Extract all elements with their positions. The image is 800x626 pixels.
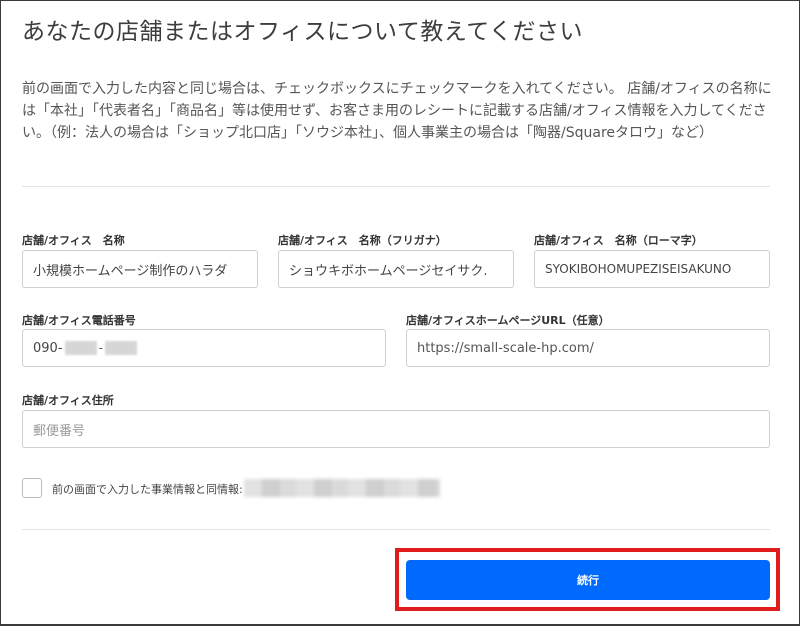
store-name-kana-value: ショウキボホームページセイサク. <box>289 263 488 279</box>
phone-redacted-2 <box>105 341 138 355</box>
phone-value-prefix: 090- <box>33 340 63 356</box>
homepage-value: https://small-scale-hp.com/ <box>417 340 594 356</box>
store-name-roman-input[interactable]: SYOKIBOHOMUPEZISEISAKUNO <box>534 250 770 288</box>
address-label: 店舗/オフィス住所 <box>22 394 114 407</box>
page-title: あなたの店舗またはオフィスについて教えてください <box>22 19 584 45</box>
store-name-value: 小規模ホームページ制作のハラダ <box>33 263 228 279</box>
phone-label: 店舗/オフィス電話番号 <box>22 314 136 327</box>
homepage-input[interactable]: https://small-scale-hp.com/ <box>406 329 770 367</box>
store-name-label: 店舗/オフィス 名称 <box>22 234 125 247</box>
page-description: 前の画面で入力した内容と同じ場合は、チェックボックスにチェックマークを入れてくだ… <box>22 81 772 141</box>
postal-code-placeholder: 郵便番号 <box>33 423 86 439</box>
store-name-kana-input[interactable]: ショウキボホームページセイサク. <box>278 250 514 288</box>
same-info-checkbox[interactable] <box>22 478 42 498</box>
divider-top <box>22 186 770 187</box>
store-name-kana-label: 店舗/オフィス 名称（フリガナ） <box>278 234 447 247</box>
phone-redacted-1 <box>64 341 97 355</box>
postal-code-input[interactable]: 郵便番号 <box>22 410 770 448</box>
homepage-label: 店舗/オフィスホームページURL（任意） <box>406 314 610 327</box>
store-name-roman-value: SYOKIBOHOMUPEZISEISAKUNO <box>545 262 732 276</box>
store-name-roman-label: 店舗/オフィス 名称（ローマ字） <box>534 234 703 247</box>
continue-button[interactable]: 続行 <box>406 560 770 600</box>
divider-bottom <box>22 529 770 530</box>
store-name-input[interactable]: 小規模ホームページ制作のハラダ <box>22 250 258 288</box>
same-info-label: 前の画面で入力した事業情報と同情報: <box>52 483 243 496</box>
same-info-redacted <box>244 479 440 497</box>
phone-input[interactable]: 090- - <box>22 329 386 367</box>
